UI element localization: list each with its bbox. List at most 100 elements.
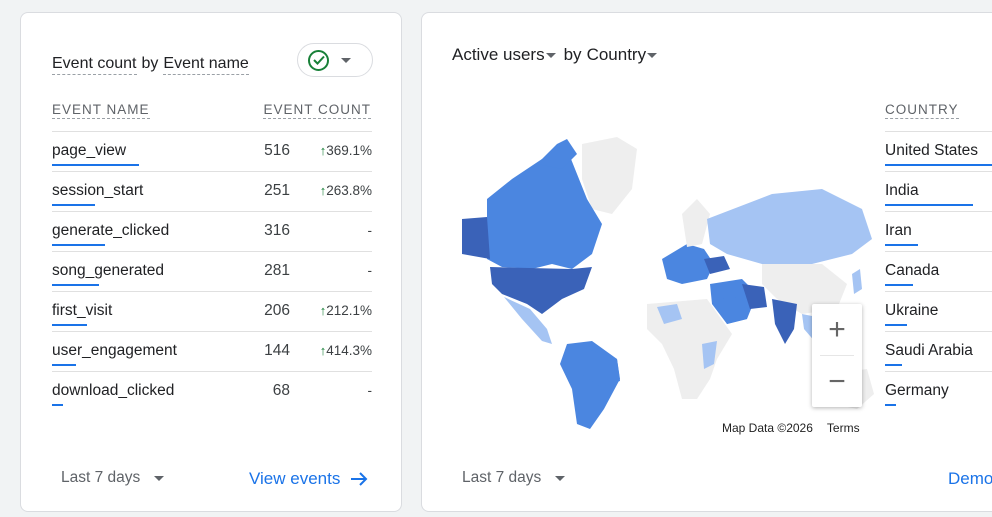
map-terms-link[interactable]: Terms [827, 421, 860, 435]
users-bar [885, 364, 902, 366]
country-name: Ukraine [885, 302, 939, 319]
count-bar [52, 404, 64, 406]
active-users-by-country-card: Active users by Country + − Map Data ©20… [421, 12, 992, 512]
event-name: download_clicked [52, 382, 175, 399]
event-name: song_generated [52, 262, 165, 279]
event-name: generate_clicked [52, 222, 170, 239]
count-bar [52, 284, 99, 286]
view-events-label: View events [249, 469, 341, 488]
map-zoom-controls: + − [812, 304, 862, 407]
change-percentage: ↑212.1% [320, 303, 372, 318]
view-events-link[interactable]: View events [249, 469, 368, 489]
metric-selector[interactable]: Active users [452, 45, 545, 65]
table-row[interactable]: Canada [885, 251, 992, 291]
table-row[interactable]: Ukraine [885, 291, 992, 331]
event-count: 144 [264, 342, 290, 359]
chevron-down-icon [154, 475, 165, 481]
table-row[interactable]: Saudi Arabia [885, 331, 992, 371]
insight-status-dropdown[interactable] [297, 43, 373, 77]
map-region-russia [707, 189, 872, 264]
table-row[interactable]: session_start 251 ↑263.8% [52, 171, 372, 211]
title-by-text: by [141, 55, 159, 72]
table-row[interactable]: Germany [885, 371, 992, 411]
country-name: Germany [885, 382, 949, 399]
table-row[interactable]: song_generated 281 - [52, 251, 372, 291]
change-value: - [367, 223, 373, 238]
event-name: user_engagement [52, 342, 177, 359]
event-count: 516 [264, 142, 290, 159]
country-name: Canada [885, 262, 940, 279]
country-name: Saudi Arabia [885, 342, 973, 359]
chevron-down-icon [545, 52, 556, 58]
map-region-africa [647, 299, 732, 399]
date-range-label: Last 7 days [61, 469, 141, 486]
count-bar [52, 204, 95, 206]
zoom-in-button[interactable]: + [812, 304, 862, 355]
column-header-event-name[interactable]: EVENT NAME [52, 102, 150, 119]
table-row[interactable]: India [885, 171, 992, 211]
map-region-greenland [582, 137, 637, 214]
card-title: Active users by Country [452, 45, 659, 65]
event-name: page_view [52, 142, 127, 159]
table-row[interactable]: download_clicked 68 - [52, 371, 372, 411]
count-bar [52, 244, 106, 246]
event-count: 281 [264, 262, 290, 279]
chevron-down-icon [555, 475, 566, 481]
zoom-out-button[interactable]: − [812, 356, 862, 407]
table-row[interactable]: United States [885, 131, 992, 171]
change-percentage: ↑369.1% [320, 143, 372, 158]
users-bar [885, 324, 907, 326]
count-bar [52, 324, 87, 326]
map-region-india [772, 299, 797, 344]
date-range-dropdown[interactable]: Last 7 days [462, 469, 566, 487]
column-header-country[interactable]: COUNTRY [885, 102, 959, 119]
count-bar [52, 364, 77, 366]
change-percentage: - [368, 263, 373, 278]
date-range-dropdown[interactable]: Last 7 days [61, 469, 165, 487]
event-count: 316 [264, 222, 290, 239]
change-value: 263.8% [326, 183, 372, 198]
map-attribution: Map Data ©2026 Terms [717, 419, 865, 437]
users-bar [885, 404, 896, 406]
change-percentage: - [368, 223, 373, 238]
change-value: - [367, 263, 373, 278]
table-row[interactable]: Iran [885, 211, 992, 251]
country-name: Iran [885, 222, 912, 239]
demographics-link[interactable]: Demo [948, 469, 992, 489]
check-circle-icon [308, 49, 329, 71]
date-range-label: Last 7 days [462, 469, 542, 486]
arrow-right-icon [351, 472, 368, 486]
chevron-down-icon [647, 52, 658, 58]
country-name: United States [885, 142, 979, 159]
map-region-japan [852, 269, 862, 294]
card-title: Event count by Event name [52, 55, 249, 75]
users-bar [885, 204, 973, 206]
map-region-scandinavia [682, 199, 710, 247]
change-value: 369.1% [326, 143, 372, 158]
event-count: 206 [264, 302, 290, 319]
country-name: India [885, 182, 919, 199]
event-count-card: Event count by Event name EVENT NAME EVE… [20, 12, 402, 512]
change-percentage: ↑414.3% [320, 343, 372, 358]
count-bar [52, 164, 139, 166]
table-row[interactable]: user_engagement 144 ↑414.3% [52, 331, 372, 371]
change-percentage: - [368, 383, 373, 398]
users-bar [885, 244, 918, 246]
event-count: 68 [272, 382, 290, 399]
demographics-label: Demo [948, 469, 992, 488]
change-value: - [367, 383, 373, 398]
users-bar [885, 284, 913, 286]
dimension-selector[interactable]: Event name [163, 55, 249, 75]
change-value: 212.1% [326, 303, 372, 318]
world-map[interactable] [442, 119, 874, 449]
table-row[interactable]: page_view 516 ↑369.1% [52, 131, 372, 171]
event-name: first_visit [52, 302, 113, 319]
table-row[interactable]: generate_clicked 316 - [52, 211, 372, 251]
users-bar [885, 164, 992, 166]
metric-selector[interactable]: Event count [52, 55, 137, 75]
map-region-alaska [462, 217, 490, 259]
column-header-event-count[interactable]: EVENT COUNT [263, 102, 371, 119]
dimension-selector[interactable]: Country [587, 45, 647, 65]
table-row[interactable]: first_visit 206 ↑212.1% [52, 291, 372, 331]
title-by-text: by [563, 45, 582, 64]
